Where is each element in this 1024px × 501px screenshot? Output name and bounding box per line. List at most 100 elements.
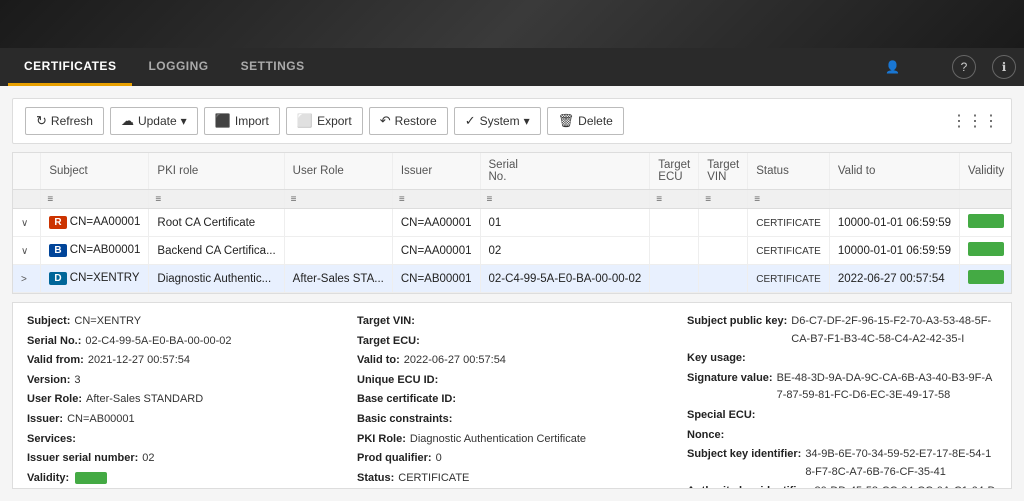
detail-label: Prod qualifier: (357, 450, 432, 468)
col-header-subject[interactable]: Subject (41, 153, 149, 190)
row-issuer: CN=AA00001 (392, 237, 480, 265)
nav-user: 👤 (885, 60, 904, 74)
col-header-serial-no[interactable]: SerialNo. (480, 153, 650, 190)
detail-row: Special ECU: (687, 407, 997, 425)
user-icon: 👤 (885, 60, 900, 74)
detail-label: Validity: (27, 470, 69, 488)
filter-target-ecu[interactable]: ≡ (650, 190, 699, 209)
detail-row: Target VIN: (357, 313, 667, 331)
detail-row: Basic constraints: (357, 411, 667, 429)
detail-value: 2022-06-27 00:57:54 (404, 352, 506, 370)
detail-row: Issuer serial number:02 (27, 450, 337, 468)
row-valid-to: 10000-01-01 06:59:59 (829, 237, 959, 265)
filter-issuer[interactable]: ≡ (392, 190, 480, 209)
update-icon: ☁ (121, 113, 134, 129)
detail-value: 02 (142, 450, 154, 468)
detail-value: 02-C4-99-5A-E0-BA-00-00-02 (85, 333, 231, 351)
row-pki-role: Backend CA Certifica... (149, 237, 284, 265)
detail-label: Valid to: (357, 352, 400, 370)
tab-logging[interactable]: LOGGING (132, 48, 224, 86)
detail-label: Basic constraints: (357, 411, 452, 429)
restore-button[interactable]: ↶ Restore (369, 107, 448, 135)
detail-label: Subject key identifier: (687, 446, 801, 481)
restore-label: Restore (395, 114, 437, 128)
update-dropdown-icon: ▾ (181, 114, 187, 128)
restore-icon: ↶ (380, 113, 391, 129)
validity-indicator (968, 214, 1004, 228)
row-target-ecu (650, 265, 699, 293)
detail-column-col1: Subject:CN=XENTRYSerial No.:02-C4-99-5A-… (27, 313, 337, 489)
row-target-ecu (650, 209, 699, 237)
filter-user-role[interactable]: ≡ (284, 190, 392, 209)
row-target-vin (699, 265, 748, 293)
system-button[interactable]: ✓ System ▾ (454, 107, 541, 135)
detail-label: Status: (357, 470, 394, 488)
refresh-label: Refresh (51, 114, 93, 128)
expand-icon[interactable]: ∨ (21, 218, 28, 229)
expand-icon[interactable]: ∨ (21, 246, 28, 257)
table-row[interactable]: ∨ B CN=AB00001 Backend CA Certifica... C… (13, 237, 1012, 265)
refresh-button[interactable]: ↻ Refresh (25, 107, 104, 135)
detail-label: Subject: (27, 313, 70, 331)
update-button[interactable]: ☁ Update ▾ (110, 107, 198, 135)
col-header-validity[interactable]: Validity (960, 153, 1012, 190)
help-button[interactable]: ? (952, 55, 976, 79)
tab-certificates[interactable]: CERTIFICATES (8, 48, 132, 86)
filter-pki-role[interactable]: ≡ (149, 190, 284, 209)
filter-serial-no[interactable]: ≡ (480, 190, 650, 209)
detail-label: PKI Role: (357, 431, 406, 449)
row-serial-no: 02-C4-99-5A-E0-BA-00-00-02 (480, 265, 650, 293)
detail-row: Base certificate ID: (357, 391, 667, 409)
detail-value: 0 (436, 450, 442, 468)
col-header-user-role[interactable]: User Role (284, 153, 392, 190)
detail-row: Validity: (27, 470, 337, 488)
filter-valid-to (829, 190, 959, 209)
detail-label: Unique ECU ID: (357, 372, 438, 390)
system-icon: ✓ (465, 113, 476, 129)
detail-value: After-Sales STANDARD (86, 391, 203, 409)
toolbar: ↻ Refresh ☁ Update ▾ ⬛ Import ⬜ Export ↶… (12, 98, 1012, 144)
col-header-issuer[interactable]: Issuer (392, 153, 480, 190)
detail-row: Version:3 (27, 372, 337, 390)
delete-icon: 🗑 (558, 113, 575, 129)
col-header-status[interactable]: Status (748, 153, 830, 190)
detail-value: 80-DD-45-58-CC-84-CC-0A-C1-64-D5-18-EC-A… (814, 483, 997, 489)
detail-value: CN=AB00001 (67, 411, 135, 429)
delete-label: Delete (578, 114, 613, 128)
table-row[interactable]: > D CN=XENTRY Diagnostic Authentic... Af… (13, 265, 1012, 293)
detail-row: Signature value:BE-48-3D-9A-DA-9C-CA-6B-… (687, 370, 997, 405)
toolbar-right: ⋮⋮⋮ (951, 111, 999, 131)
validity-indicator (968, 242, 1004, 256)
table-wrapper: Subject PKI role User Role Issuer Serial… (12, 152, 1012, 294)
detail-row: Subject:CN=XENTRY (27, 313, 337, 331)
detail-row: Valid to:2022-06-27 00:57:54 (357, 352, 667, 370)
col-header-target-vin[interactable]: TargetVIN (699, 153, 748, 190)
detail-value: 2021-12-27 00:57:54 (88, 352, 190, 370)
row-expand-cell[interactable]: > (13, 265, 41, 293)
tab-settings[interactable]: SETTINGS (225, 48, 321, 86)
row-pki-role: Root CA Certificate (149, 209, 284, 237)
row-expand-cell[interactable]: ∨ (13, 209, 41, 237)
top-header (0, 0, 1024, 48)
grid-view-icon[interactable]: ⋮⋮⋮ (951, 113, 999, 130)
expand-icon[interactable]: > (21, 274, 27, 285)
table-body: ∨ R CN=AA00001 Root CA Certificate CN=AA… (13, 209, 1012, 293)
detail-label: Special ECU: (687, 407, 755, 425)
row-status: CERTIFICATE (748, 237, 830, 265)
info-button[interactable]: ℹ (992, 55, 1016, 79)
filter-status[interactable]: ≡ (748, 190, 830, 209)
row-expand-cell[interactable]: ∨ (13, 237, 41, 265)
detail-label: Key usage: (687, 350, 746, 368)
col-header-pki-role[interactable]: PKI role (149, 153, 284, 190)
nav-bar: CERTIFICATES LOGGING SETTINGS 👤 ? ℹ (0, 48, 1024, 86)
col-header-target-ecu[interactable]: TargetECU (650, 153, 699, 190)
cert-badge: B (49, 244, 66, 257)
export-button[interactable]: ⬜ Export (286, 107, 363, 135)
table-header-row: Subject PKI role User Role Issuer Serial… (13, 153, 1012, 190)
filter-target-vin[interactable]: ≡ (699, 190, 748, 209)
delete-button[interactable]: 🗑 Delete (547, 107, 624, 135)
col-header-valid-to[interactable]: Valid to (829, 153, 959, 190)
table-row[interactable]: ∨ R CN=AA00001 Root CA Certificate CN=AA… (13, 209, 1012, 237)
filter-subject[interactable]: ≡ (41, 190, 149, 209)
import-button[interactable]: ⬛ Import (204, 107, 280, 135)
